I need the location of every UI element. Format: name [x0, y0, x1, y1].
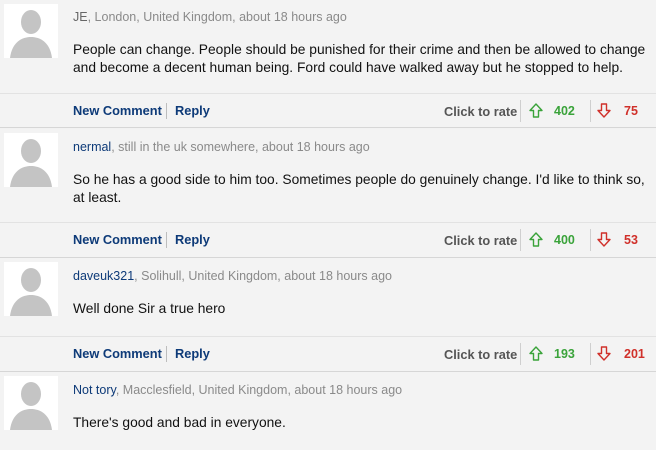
divider [520, 343, 521, 365]
comment-location-time: , still in the uk somewhere, about 18 ho… [111, 140, 370, 154]
divider [520, 229, 521, 251]
user-silhouette-icon [4, 262, 58, 316]
avatar[interactable] [4, 262, 58, 316]
arrow-down-icon[interactable] [597, 232, 611, 247]
upvote-count: 402 [554, 104, 575, 118]
comment-meta: Not tory, Macclesfield, United Kingdom, … [73, 383, 402, 397]
comment-text: So he has a good side to him too. Someti… [73, 172, 645, 205]
click-to-rate-label: Click to rate [444, 347, 518, 362]
downvote-count: 201 [624, 347, 645, 361]
upvote-count: 400 [554, 233, 575, 247]
comment-location-time: , Macclesfield, United Kingdom, about 18… [115, 383, 403, 397]
avatar[interactable] [4, 4, 58, 58]
comment-text: People can change. People should be puni… [73, 42, 646, 75]
click-to-rate-label: Click to rate [444, 233, 518, 248]
comment-username-link[interactable]: daveuk321 [73, 269, 134, 283]
arrow-down-icon[interactable] [597, 346, 611, 361]
divider [590, 100, 591, 122]
comment-actions: New Comment Reply Click to rate 193 201 [0, 336, 656, 371]
reply-button[interactable]: Reply [175, 346, 210, 361]
user-silhouette-icon [4, 4, 58, 58]
divider [590, 343, 591, 365]
downvote-count: 75 [624, 104, 638, 118]
comment: daveuk321, Solihull, United Kingdom, abo… [0, 258, 656, 372]
comment-meta: nermal, still in the uk somewhere, about… [73, 140, 370, 154]
new-comment-button[interactable]: New Comment [73, 232, 162, 247]
comment-text: Well done Sir a true hero [73, 301, 226, 316]
avatar[interactable] [4, 376, 58, 430]
comment-username: JE [73, 10, 88, 24]
divider [520, 100, 521, 122]
comment-meta: daveuk321, Solihull, United Kingdom, abo… [73, 269, 392, 283]
comment: JE, London, United Kingdom, about 18 hou… [0, 0, 656, 128]
upvote-count: 193 [554, 347, 575, 361]
comment-actions: New Comment Reply Click to rate 402 75 [0, 93, 656, 128]
comment: Not tory, Macclesfield, United Kingdom, … [0, 372, 656, 450]
user-silhouette-icon [4, 133, 58, 187]
comment-location-time: , London, United Kingdom, about 18 hours… [87, 10, 347, 24]
downvote-count: 53 [624, 233, 638, 247]
reply-button[interactable]: Reply [175, 103, 210, 118]
comment: nermal, still in the uk somewhere, about… [0, 129, 656, 258]
new-comment-button[interactable]: New Comment [73, 346, 162, 361]
divider [166, 346, 167, 362]
comment-text: There's good and bad in everyone. [73, 415, 286, 430]
avatar[interactable] [4, 133, 58, 187]
comment-actions: New Comment Reply Click to rate 400 53 [0, 222, 656, 257]
divider [590, 229, 591, 251]
arrow-up-icon[interactable] [529, 232, 543, 247]
comment-username-link[interactable]: nermal [73, 140, 111, 154]
click-to-rate-label: Click to rate [444, 104, 518, 119]
reply-button[interactable]: Reply [175, 232, 210, 247]
new-comment-button[interactable]: New Comment [73, 103, 162, 118]
divider [166, 103, 167, 119]
arrow-down-icon[interactable] [597, 103, 611, 118]
arrow-up-icon[interactable] [529, 103, 543, 118]
user-silhouette-icon [4, 376, 58, 430]
comment-list: JE, London, United Kingdom, about 18 hou… [0, 0, 656, 450]
comment-username-link[interactable]: Not tory [73, 383, 116, 397]
divider [166, 232, 167, 248]
arrow-up-icon[interactable] [529, 346, 543, 361]
comment-location-time: , Solihull, United Kingdom, about 18 hou… [134, 269, 392, 283]
comment-meta: JE, London, United Kingdom, about 18 hou… [73, 10, 347, 24]
